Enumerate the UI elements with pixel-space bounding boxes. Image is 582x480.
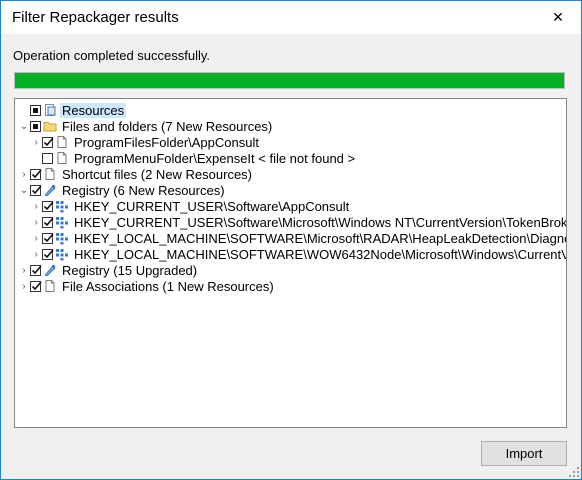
resources-icon	[43, 103, 57, 117]
tree-checkbox[interactable]	[30, 120, 41, 132]
tree-item-label[interactable]: Resources	[60, 102, 127, 118]
registry-key-icon	[55, 215, 69, 229]
progress-bar	[14, 72, 565, 89]
tree-item-label[interactable]: HKEY_CURRENT_USER\Software\Microsoft\Win…	[72, 215, 566, 230]
tree-item-label[interactable]: File Associations (1 New Resources)	[60, 279, 276, 294]
expand-arrow-icon[interactable]: ›	[30, 246, 42, 262]
tree-item-label[interactable]: Shortcut files (2 New Resources)	[60, 167, 254, 182]
tree-item-label[interactable]: ProgramFilesFolder\AppConsult	[72, 135, 261, 150]
tree-item-label[interactable]: Files and folders (7 New Resources)	[60, 119, 274, 134]
window-title: Filter Repackager results	[12, 9, 179, 26]
tree-checkbox[interactable]	[30, 184, 42, 196]
progress-fill	[15, 73, 564, 88]
title-bar: Filter Repackager results ✕	[1, 1, 581, 34]
tree-row[interactable]: › Registry (15 Upgraded)	[18, 262, 199, 278]
tree-row[interactable]: ProgramMenuFolder\ExpenseIt < file not f…	[30, 150, 357, 166]
tree-row[interactable]: › HKEY_CURRENT_USER\Software\Microsoft\Wi…	[30, 214, 566, 230]
tree-row[interactable]: › Shortcut files (2 New Resources)	[18, 166, 254, 182]
registry-key-icon	[55, 231, 69, 245]
registry-key-icon	[55, 247, 69, 261]
file-icon	[55, 151, 69, 165]
expand-arrow-icon[interactable]: ›	[30, 198, 42, 214]
dialog-window: Filter Repackager results ✕ Operation co…	[0, 0, 582, 480]
expand-arrow-icon[interactable]: ›	[30, 230, 42, 246]
tree-row[interactable]: › HKEY_LOCAL_MACHINE\SOFTWARE\WOW6432Node…	[30, 246, 566, 262]
tree-checkbox[interactable]	[42, 216, 54, 228]
tree-checkbox[interactable]	[42, 136, 54, 148]
expand-arrow-icon[interactable]: ›	[18, 262, 30, 278]
tree-checkbox[interactable]	[30, 168, 42, 180]
tree-row[interactable]: › File Associations (1 New Resources)	[18, 278, 276, 294]
collapse-arrow-icon[interactable]: ⌄	[18, 118, 30, 134]
registry-icon	[43, 263, 57, 277]
file-icon	[43, 167, 57, 181]
expand-arrow-icon[interactable]: ›	[30, 134, 42, 150]
tree-item-label[interactable]: HKEY_LOCAL_MACHINE\SOFTWARE\WOW6432Node\…	[72, 247, 566, 262]
collapse-arrow-icon[interactable]: ⌄	[18, 182, 30, 198]
folder-icon	[43, 119, 57, 133]
close-button[interactable]: ✕	[535, 1, 581, 34]
tree-row[interactable]: › ProgramFilesFolder\AppConsult	[30, 134, 261, 150]
tree-checkbox[interactable]	[42, 248, 54, 260]
tree-row[interactable]: Resources	[18, 102, 127, 118]
tree-item-label[interactable]: Registry (15 Upgraded)	[60, 263, 199, 278]
tree-checkbox[interactable]	[30, 104, 41, 116]
tree-item-label[interactable]: ProgramMenuFolder\ExpenseIt < file not f…	[72, 151, 357, 166]
tree-checkbox[interactable]	[30, 264, 42, 276]
registry-icon	[43, 183, 57, 197]
expand-arrow-icon[interactable]: ›	[30, 214, 42, 230]
expand-arrow-icon[interactable]: ›	[18, 166, 30, 182]
tree-row[interactable]: ⌄ Registry (6 New Resources)	[18, 182, 227, 198]
registry-key-icon	[55, 199, 69, 213]
tree-checkbox[interactable]	[42, 232, 54, 244]
tree-item-label[interactable]: HKEY_CURRENT_USER\Software\AppConsult	[72, 199, 351, 214]
tree-row[interactable]: › HKEY_LOCAL_MACHINE\SOFTWARE\Microsoft\R…	[30, 230, 566, 246]
resize-grip-icon[interactable]	[568, 466, 580, 478]
file-icon	[43, 279, 57, 293]
resource-tree: Resources ⌄ Files and folders (7 New Resou…	[14, 98, 567, 428]
tree-item-label[interactable]: Registry (6 New Resources)	[60, 183, 227, 198]
tree-checkbox[interactable]	[42, 200, 54, 212]
tree-checkbox[interactable]	[30, 280, 42, 292]
tree-item-label[interactable]: HKEY_LOCAL_MACHINE\SOFTWARE\Microsoft\RA…	[72, 231, 566, 246]
file-icon	[55, 135, 69, 149]
tree-row[interactable]: › HKEY_CURRENT_USER\Software\AppConsult	[30, 198, 351, 214]
close-icon: ✕	[552, 9, 564, 25]
expand-arrow-icon[interactable]: ›	[18, 278, 30, 294]
status-message: Operation completed successfully.	[13, 48, 211, 63]
import-button[interactable]: Import	[481, 441, 567, 466]
tree-row[interactable]: ⌄ Files and folders (7 New Resources)	[18, 118, 274, 134]
tree-checkbox[interactable]	[42, 152, 53, 164]
